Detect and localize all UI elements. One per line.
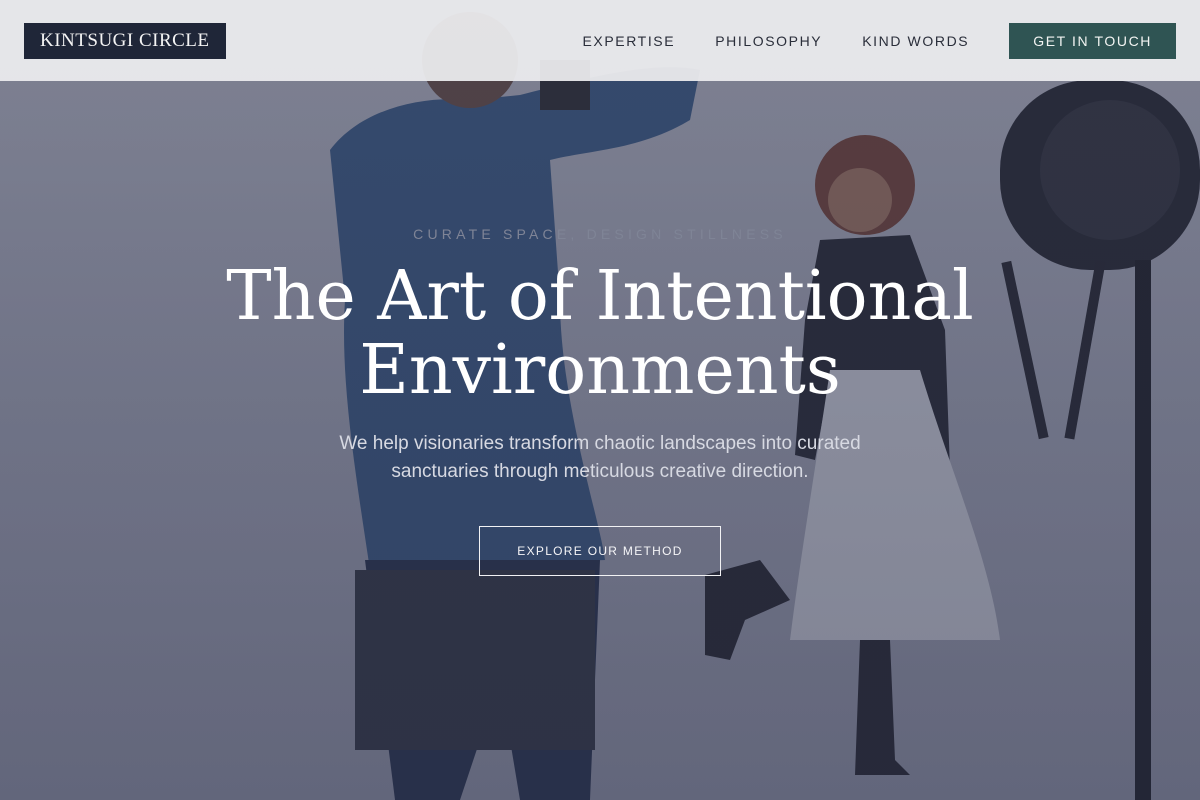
hero-subtext: We help visionaries transform chaotic la… — [339, 433, 861, 482]
hero-eyebrow: CURATE SPACE, DESIGN STILLNESS — [413, 226, 787, 242]
nav-link-philosophy[interactable]: PHILOSOPHY — [715, 33, 822, 49]
nav-link-kind-words[interactable]: KIND WORDS — [862, 33, 969, 49]
nav-link-expertise[interactable]: EXPERTISE — [582, 33, 675, 49]
hero-section: CURATE SPACE, DESIGN STILLNESS The Art o… — [0, 0, 1200, 800]
hero-headline: The Art of Intentional Environments — [226, 257, 974, 410]
get-in-touch-button[interactable]: GET IN TOUCH — [1009, 22, 1176, 59]
nav-links: EXPERTISE PHILOSOPHY KIND WORDS GET IN T… — [582, 22, 1176, 59]
brand-logo[interactable]: KINTSUGI CIRCLE — [24, 22, 226, 59]
explore-method-button[interactable]: EXPLORE OUR METHOD — [479, 526, 721, 576]
hero-content: CURATE SPACE, DESIGN STILLNESS The Art o… — [0, 0, 1200, 800]
top-navbar: KINTSUGI CIRCLE EXPERTISE PHILOSOPHY KIN… — [0, 0, 1200, 81]
